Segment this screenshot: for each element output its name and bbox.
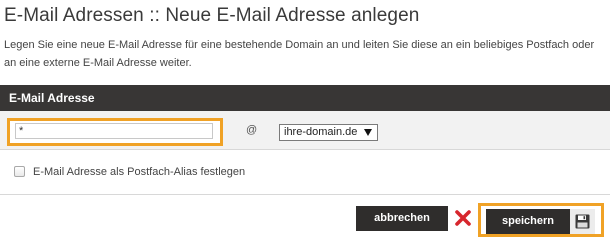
cancel-button[interactable]: abbrechen xyxy=(356,206,448,231)
email-input-highlight xyxy=(7,118,223,146)
email-local-part-input[interactable] xyxy=(15,123,213,139)
at-sign: @ xyxy=(246,124,258,136)
dropdown-arrow-icon xyxy=(364,129,372,136)
alias-checkbox[interactable] xyxy=(14,166,25,177)
domain-select-value: ihre-domain.de xyxy=(284,126,358,138)
panel-header-title: E-Mail Adresse xyxy=(9,91,95,105)
intro-text: Legen Sie eine neue E-Mail Adresse für e… xyxy=(4,39,595,69)
alias-checkbox-label[interactable]: E-Mail Adresse als Postfach-Alias festle… xyxy=(33,166,245,178)
cancel-x-icon[interactable] xyxy=(454,209,472,227)
panel-header: E-Mail Adresse xyxy=(0,85,610,111)
save-button-highlight: speichern xyxy=(478,203,604,237)
floppy-disk-icon xyxy=(575,214,590,229)
domain-select[interactable]: ihre-domain.de xyxy=(279,124,378,141)
save-icon-button[interactable] xyxy=(570,209,595,234)
save-button[interactable]: speichern xyxy=(486,209,570,234)
page-title: E-Mail Adressen :: Neue E-Mail Adresse a… xyxy=(4,5,420,26)
